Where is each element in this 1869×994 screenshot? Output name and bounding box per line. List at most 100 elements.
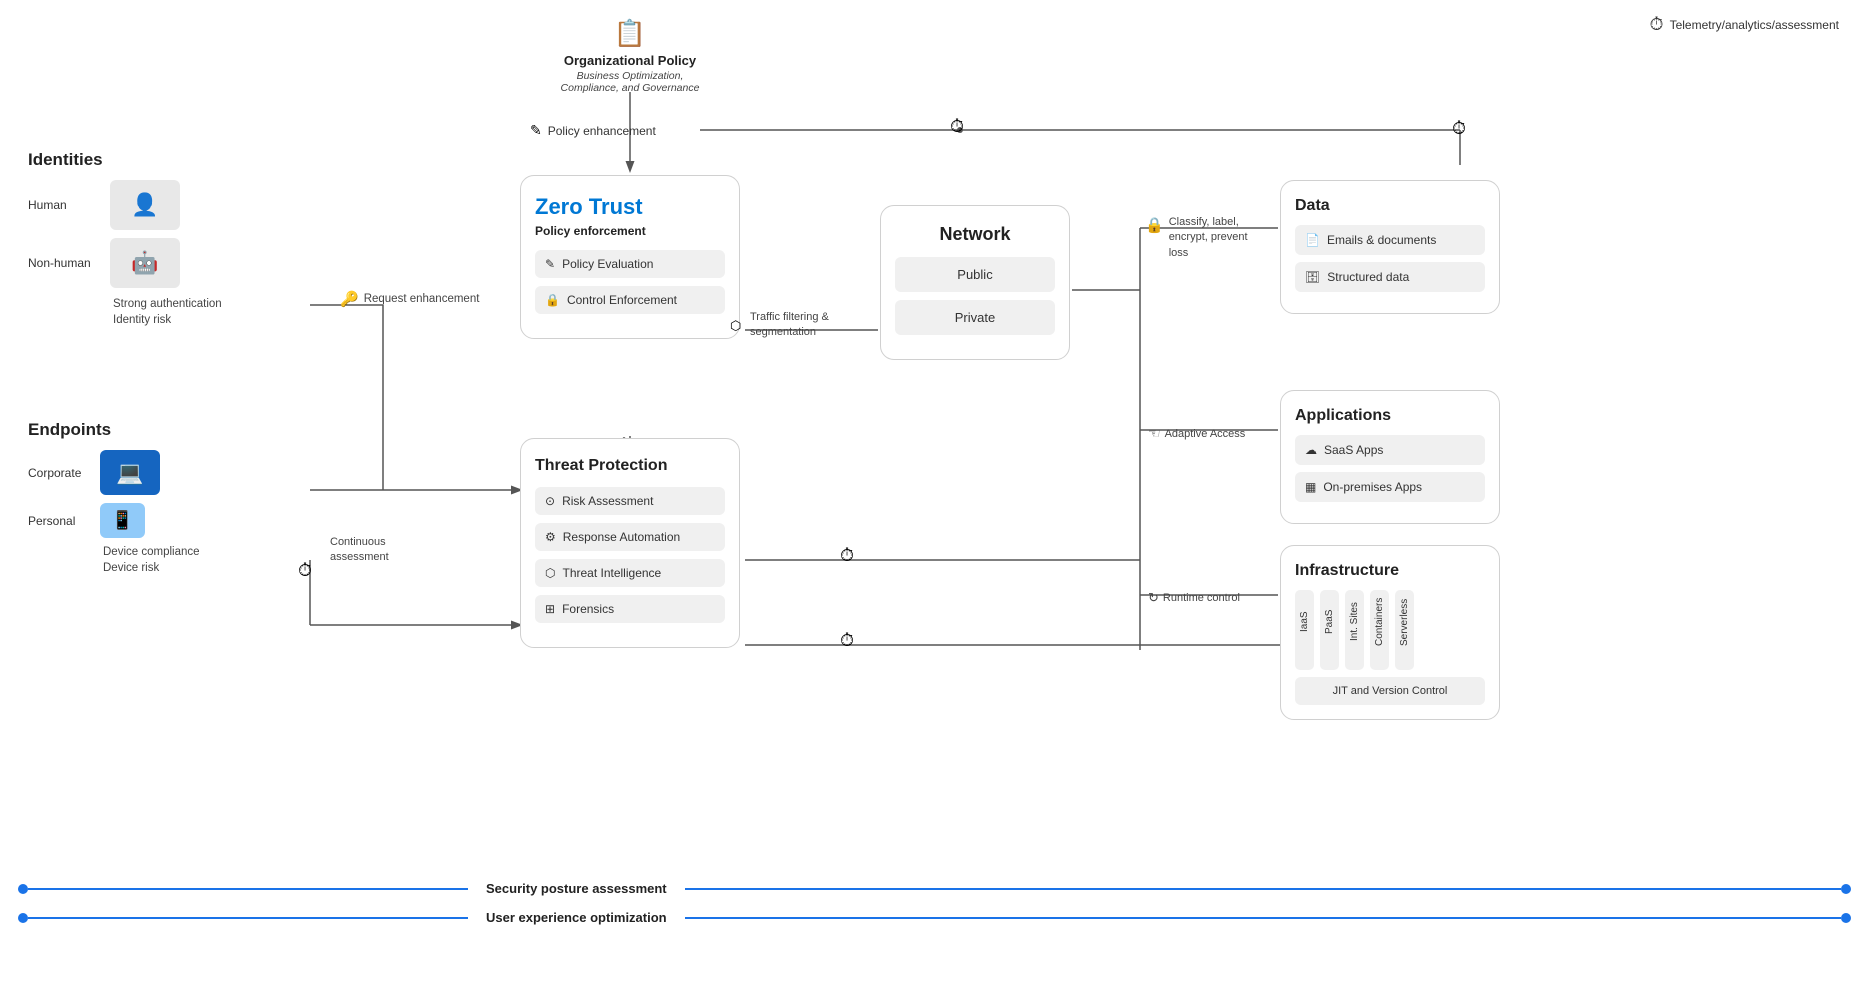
human-icon: 👤 (131, 192, 158, 218)
personal-icon: 📱 (111, 510, 133, 531)
corporate-icon: 💻 (116, 460, 143, 486)
iaas-col: IaaS (1295, 590, 1314, 670)
network-public-item: Public (895, 257, 1055, 292)
forensics-item: ⊞ Forensics (535, 595, 725, 623)
ux-right-dot (1841, 913, 1851, 923)
key-icon: 🔑 (340, 290, 359, 308)
tree-icon: ⊞ (545, 602, 555, 616)
org-policy-icon: 📋 (560, 18, 700, 49)
fingerprint-icon: ☜ (1148, 425, 1161, 442)
zero-trust-title: Zero Trust (535, 194, 725, 220)
control-enforcement-item: 🔒 Control Enforcement (535, 286, 725, 314)
non-human-identity-card: 🤖 (110, 238, 180, 288)
corporate-row: Corporate 💻 (28, 450, 200, 495)
human-identity-card: 👤 (110, 180, 180, 230)
speedometer-top-right: ⏱ (1452, 118, 1466, 139)
bottom-lines: Security posture assessment User experie… (0, 881, 1869, 939)
telemetry-label: ⏱ Telemetry/analytics/assessment (1650, 14, 1839, 35)
data-title: Data (1295, 197, 1485, 215)
on-premises-apps-item: ▦ On-premises Apps (1295, 472, 1485, 502)
zero-trust-card: Zero Trust Policy enforcement ✎ Policy E… (520, 175, 740, 339)
connectors-svg (0, 0, 1869, 994)
response-automation-item: ⚙ Response Automation (535, 523, 725, 551)
adaptive-access-label: Adaptive Access (1165, 428, 1246, 440)
classify-label: Classify, label, encrypt, prevent loss (1169, 215, 1265, 261)
classify-label-block: 🔒 Classify, label, encrypt, prevent loss (1145, 215, 1265, 261)
db-icon: 🗄 (1305, 270, 1320, 284)
personal-label: Personal (28, 514, 88, 528)
org-policy-title: Organizational Policy (560, 53, 700, 68)
emails-documents-label: Emails & documents (1327, 233, 1436, 247)
adaptive-access-block: ☜ Adaptive Access (1148, 425, 1245, 442)
structured-data-item: 🗄 Structured data (1295, 262, 1485, 292)
lock-icon: 🔒 (545, 293, 560, 307)
refresh-icon: ↻ (1148, 590, 1159, 606)
speedometer-bottom-left: ⏱ (298, 560, 312, 581)
policy-enhancement-block: ✎ Policy enhancement (530, 122, 656, 139)
user-experience-row: User experience optimization (0, 910, 1869, 925)
apps-title: Applications (1295, 407, 1485, 425)
risk-assessment-item: ⊙ Risk Assessment (535, 487, 725, 515)
request-enhancement-block: 🔑 Request enhancement (340, 290, 479, 308)
shield-icon: ⊙ (545, 494, 555, 508)
security-posture-label: Security posture assessment (486, 881, 667, 896)
threat-intelligence-item: ⬡ Threat Intelligence (535, 559, 725, 587)
human-row: Human 👤 (28, 180, 222, 230)
ux-left-line (28, 917, 468, 919)
network-title: Network (895, 224, 1055, 245)
security-right-dot (1841, 884, 1851, 894)
paas-col: PaaS (1320, 590, 1339, 670)
structured-data-label: Structured data (1327, 270, 1409, 284)
response-automation-label: Response Automation (563, 530, 680, 544)
runtime-control-label: Runtime control (1163, 592, 1240, 604)
org-policy-block: 📋 Organizational Policy Business Optimiz… (560, 18, 700, 94)
saas-apps-item: ☁ SaaS Apps (1295, 435, 1485, 465)
strong-auth-label: Strong authentication (113, 298, 222, 310)
endpoints-section: Endpoints Corporate 💻 Personal 📱 Device … (28, 420, 200, 574)
infra-card: Infrastructure IaaS PaaS Int. Sites Cont… (1280, 545, 1500, 720)
continuous-assessment-label: Continuous assessment (330, 535, 410, 566)
security-right-line (685, 888, 1841, 890)
threat-card: Threat Protection ⊙ Risk Assessment ⚙ Re… (520, 438, 740, 648)
corporate-device-icon: 💻 (100, 450, 160, 495)
speedometer-top: ⏱ (950, 116, 964, 137)
org-policy-subtitle: Business Optimization, Compliance, and G… (560, 70, 700, 94)
speedometer-threat-response: ⏱ (840, 545, 854, 566)
diagram-container: ⏱ Telemetry/analytics/assessment 📋 Organ… (0, 0, 1869, 994)
int-sites-label: Int. Sites (1349, 603, 1360, 642)
serverless-label: Serverless (1399, 598, 1410, 645)
security-posture-row: Security posture assessment (0, 881, 1869, 896)
serverless-col: Serverless (1395, 590, 1414, 670)
jit-btn: JIT and Version Control (1295, 677, 1485, 705)
network-card: Network Public Private (880, 205, 1070, 360)
non-human-row: Non-human 🤖 (28, 238, 222, 288)
identities-section: Identities Human 👤 Non-human 🤖 Strong au… (28, 150, 222, 326)
non-human-label: Non-human (28, 256, 98, 270)
device-compliance-label: Device compliance (103, 546, 200, 558)
policy-evaluation-label: Policy Evaluation (562, 257, 653, 271)
non-human-icon: 🤖 (131, 250, 158, 276)
device-risk-label: Device risk (103, 562, 200, 574)
apps-card: Applications ☁ SaaS Apps ▦ On-premises A… (1280, 390, 1500, 524)
lock-classify-icon: 🔒 (1145, 215, 1164, 236)
share-icon: ⬡ (545, 566, 555, 580)
speedometer-threat-forensics: ⏱ (840, 630, 854, 651)
emails-documents-item: 📄 Emails & documents (1295, 225, 1485, 255)
infra-cols: IaaS PaaS Int. Sites Containers Serverle… (1295, 590, 1485, 670)
security-left-line (28, 888, 468, 890)
personal-device-icon: 📱 (100, 503, 145, 538)
data-card: Data 📄 Emails & documents 🗄 Structured d… (1280, 180, 1500, 314)
network-private-item: Private (895, 300, 1055, 335)
forensics-label: Forensics (562, 602, 614, 616)
threat-intelligence-label: Threat Intelligence (562, 566, 661, 580)
telemetry-text: Telemetry/analytics/assessment (1670, 18, 1839, 32)
speedometer-icon: ⏱ (1650, 14, 1664, 35)
security-left-dot (18, 884, 28, 894)
policy-evaluation-item: ✎ Policy Evaluation (535, 250, 725, 278)
risk-assessment-label: Risk Assessment (562, 494, 653, 508)
endpoints-title: Endpoints (28, 420, 200, 440)
threat-protection-title: Threat Protection (535, 457, 725, 475)
on-premises-label: On-premises Apps (1323, 480, 1422, 494)
infra-title: Infrastructure (1295, 562, 1485, 580)
personal-row: Personal 📱 (28, 503, 200, 538)
